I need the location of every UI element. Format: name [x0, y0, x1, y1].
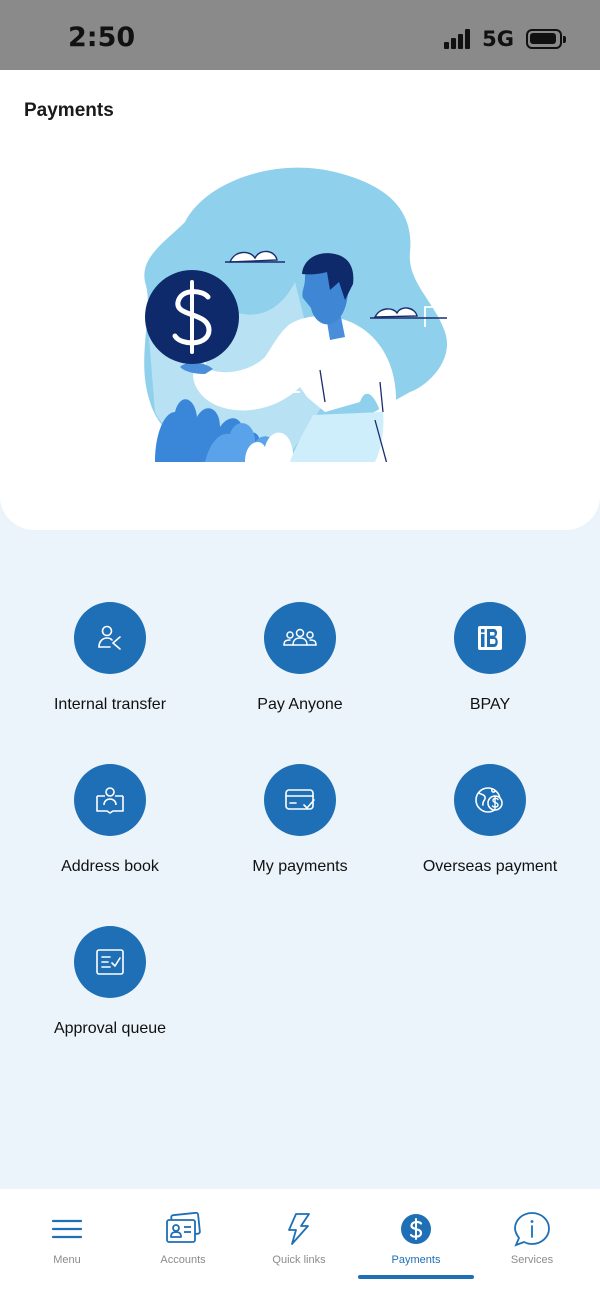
bpay-icon — [454, 602, 526, 674]
signal-icon — [444, 29, 472, 49]
accounts-icon — [125, 1211, 241, 1247]
bottom-nav: Menu Accounts Quick links Payments Servi… — [0, 1189, 600, 1299]
quick-links-icon — [241, 1211, 357, 1247]
action-label: My payments — [252, 858, 348, 875]
action-address-book[interactable]: Address book — [20, 764, 200, 876]
status-time: 2:50 — [68, 22, 136, 53]
my-payments-icon — [264, 764, 336, 836]
address-book-icon — [74, 764, 146, 836]
nav-menu[interactable]: Menu — [9, 1211, 125, 1266]
action-label: Address book — [61, 858, 159, 875]
nav-label: Quick links — [272, 1254, 326, 1266]
status-bar: 2:50 5G — [0, 0, 600, 70]
action-my-payments[interactable]: My payments — [210, 764, 390, 876]
nav-label: Payments — [391, 1254, 441, 1266]
action-overseas-payment[interactable]: Overseas payment — [400, 764, 580, 876]
action-bpay[interactable]: BPAY — [400, 602, 580, 714]
action-approval-queue[interactable]: Approval queue — [20, 926, 200, 1038]
menu-icon — [9, 1211, 125, 1247]
nav-label: Accounts — [160, 1254, 206, 1266]
nav-quick-links[interactable]: Quick links — [241, 1211, 357, 1266]
nav-services[interactable]: Services — [474, 1211, 590, 1266]
services-icon — [474, 1211, 590, 1247]
overseas-payment-icon — [454, 764, 526, 836]
nav-label: Menu — [53, 1254, 81, 1266]
action-label: Internal transfer — [53, 696, 167, 713]
network-label: 5G — [482, 27, 514, 51]
page-title: Payments — [24, 100, 114, 121]
action-label: Overseas payment — [422, 858, 558, 875]
status-indicators: 5G — [444, 27, 566, 51]
battery-icon — [526, 29, 566, 49]
action-label: BPAY — [469, 696, 511, 713]
action-label: Approval queue — [53, 1020, 167, 1037]
payments-icon — [358, 1211, 474, 1247]
internal-transfer-icon — [74, 602, 146, 674]
pay-anyone-icon — [264, 602, 336, 674]
action-pay-anyone[interactable]: Pay Anyone — [210, 602, 390, 714]
active-tab-indicator — [358, 1275, 474, 1279]
nav-payments[interactable]: Payments — [358, 1211, 474, 1266]
header-card: Payments — [0, 70, 600, 530]
nav-label: Services — [510, 1254, 554, 1266]
action-internal-transfer[interactable]: Internal transfer — [20, 602, 200, 714]
payments-illustration — [144, 167, 450, 462]
action-label: Pay Anyone — [257, 696, 343, 713]
nav-accounts[interactable]: Accounts — [125, 1211, 241, 1266]
approval-queue-icon — [74, 926, 146, 998]
